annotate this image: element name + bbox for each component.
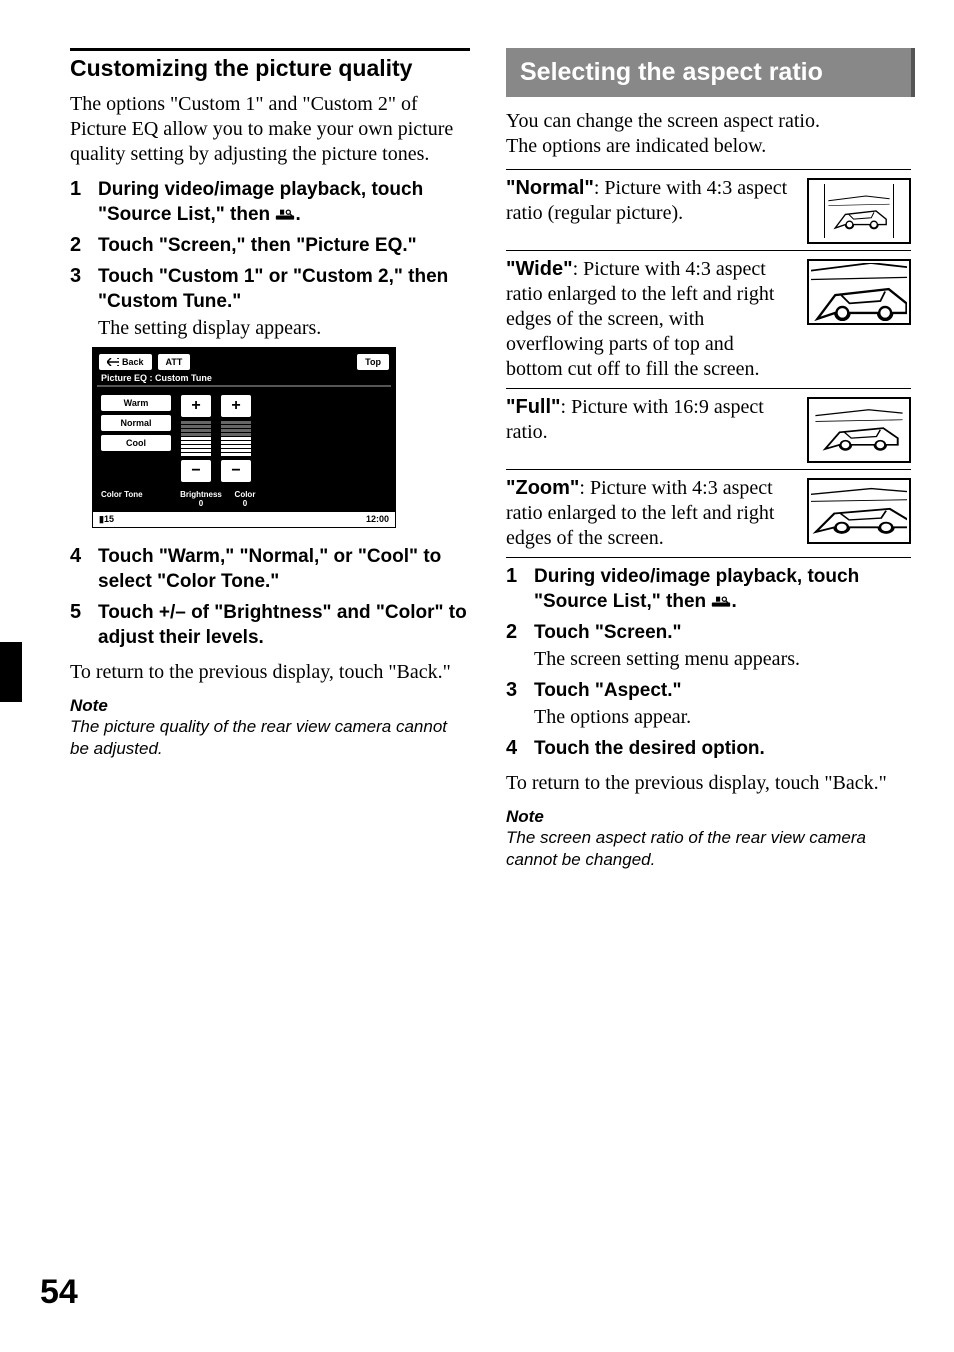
step-instruction: During video/image playback, touch "Sour… xyxy=(98,179,423,225)
step-item: 4 Touch "Warm," "Normal," or "Cool" to se… xyxy=(70,544,470,594)
aspect-option-text: "Normal": Picture with 4:3 aspect ratio … xyxy=(506,176,793,226)
step-instruction: Touch +/– of "Brightness" and "Color" to… xyxy=(98,602,467,648)
tone-button[interactable]: Warm xyxy=(101,395,171,411)
tone-button[interactable]: Cool xyxy=(101,435,171,451)
device-footer-clock: 12:00 xyxy=(366,514,389,525)
aspect-options: "Normal": Picture with 4:3 aspect ratio … xyxy=(506,176,911,558)
step-instruction: Touch "Custom 1" or "Custom 2," then "Cu… xyxy=(98,266,448,312)
step-number: 1 xyxy=(70,177,81,202)
step-item: 2 Touch "Screen." The screen setting menu … xyxy=(506,620,911,672)
aspect-thumb-normal xyxy=(807,178,911,244)
step-item: 3 Touch "Custom 1" or "Custom 2," then "C… xyxy=(70,264,470,341)
right-return-note: To return to the previous display, touch… xyxy=(506,771,911,796)
aspect-option-text: "Zoom": Picture with 4:3 aspect ratio en… xyxy=(506,476,793,551)
step-number: 5 xyxy=(70,600,81,625)
step-number: 4 xyxy=(506,736,517,761)
device-back-button[interactable]: Back xyxy=(99,354,152,370)
color-minus[interactable]: − xyxy=(221,460,251,482)
aspect-option-row: "Normal": Picture with 4:3 aspect ratio … xyxy=(506,176,911,244)
step-instruction: Touch "Aspect." xyxy=(534,680,682,701)
device-screenshot: Back ATT Top Picture EQ : Custom Tune Warm No… xyxy=(92,347,396,528)
settings-icon xyxy=(711,591,731,605)
brightness-plus[interactable]: + xyxy=(181,395,211,417)
left-intro: The options "Custom 1" and "Custom 2" of… xyxy=(70,92,470,167)
option-separator xyxy=(506,388,911,389)
page-number: 54 xyxy=(40,1273,78,1312)
step-item: 3 Touch "Aspect." The options appear. xyxy=(506,678,911,730)
step-subtext: The setting display appears. xyxy=(98,316,470,341)
option-separator xyxy=(506,557,911,558)
label-color: Color0 xyxy=(223,490,267,508)
step-item: 1 During video/image playback, touch "Sou… xyxy=(70,177,470,227)
aspect-option-row: "Zoom": Picture with 4:3 aspect ratio en… xyxy=(506,476,911,551)
left-note-body: The picture quality of the rear view cam… xyxy=(70,716,470,760)
aspect-thumb-zoom xyxy=(807,478,911,544)
device-footer-left: ▮15 xyxy=(99,514,114,525)
left-steps-list: 1 During video/image playback, touch "Sou… xyxy=(70,177,470,650)
step-instruction: Touch "Screen," then "Picture EQ." xyxy=(98,235,417,256)
option-separator xyxy=(506,469,911,470)
step-item: 5 Touch +/– of "Brightness" and "Color" t… xyxy=(70,600,470,650)
settings-icon xyxy=(275,204,295,218)
step-item: 1 During video/image playback, touch "Sou… xyxy=(506,564,911,614)
brightness-minus[interactable]: − xyxy=(181,460,211,482)
step-item: 4 Touch the desired option. xyxy=(506,736,911,761)
device-att-button[interactable]: ATT xyxy=(158,354,191,370)
right-intro: You can change the screen aspect ratio. … xyxy=(506,109,911,159)
right-banner: Selecting the aspect ratio xyxy=(506,48,911,97)
aspect-option-text: "Wide": Picture with 4:3 aspect ratio en… xyxy=(506,257,793,382)
step-instruction: During video/image playback, touch "Sour… xyxy=(534,566,859,612)
step-number: 3 xyxy=(70,264,81,289)
step-item: 2 Touch "Screen," then "Picture EQ." xyxy=(70,233,470,258)
color-plus[interactable]: + xyxy=(221,395,251,417)
right-steps-list: 1 During video/image playback, touch "Sou… xyxy=(506,564,911,761)
left-return-note: To return to the previous display, touch… xyxy=(70,660,470,685)
step-number: 2 xyxy=(70,233,81,258)
aspect-thumb-full xyxy=(807,397,911,463)
step-number: 3 xyxy=(506,678,517,703)
step-subtext: The options appear. xyxy=(534,705,911,730)
device-subtitle: Picture EQ : Custom Tune xyxy=(93,373,395,385)
page-tab-marker xyxy=(0,642,22,702)
step-number: 4 xyxy=(70,544,81,569)
right-note-body: The screen aspect ratio of the rear view… xyxy=(506,827,911,871)
step-number: 2 xyxy=(506,620,517,645)
aspect-option-row: "Full": Picture with 16:9 aspect ratio. xyxy=(506,395,911,463)
aspect-option-text: "Full": Picture with 16:9 aspect ratio. xyxy=(506,395,793,445)
label-color-tone: Color Tone xyxy=(101,490,179,508)
aspect-thumb-wide xyxy=(807,259,911,325)
label-brightness: Brightness0 xyxy=(179,490,223,508)
left-section-title: Customizing the picture quality xyxy=(70,55,470,82)
left-note-head: Note xyxy=(70,695,470,716)
aspect-option-row: "Wide": Picture with 4:3 aspect ratio en… xyxy=(506,257,911,382)
right-note-head: Note xyxy=(506,806,911,827)
step-instruction: Touch "Screen." xyxy=(534,622,682,643)
tone-button[interactable]: Normal xyxy=(101,415,171,431)
step-instruction: Touch "Warm," "Normal," or "Cool" to sel… xyxy=(98,546,441,592)
device-top-button[interactable]: Top xyxy=(357,354,389,370)
step-number: 1 xyxy=(506,564,517,589)
step-instruction: Touch the desired option. xyxy=(534,738,765,759)
step-subtext: The screen setting menu appears. xyxy=(534,647,911,672)
option-separator xyxy=(506,250,911,251)
